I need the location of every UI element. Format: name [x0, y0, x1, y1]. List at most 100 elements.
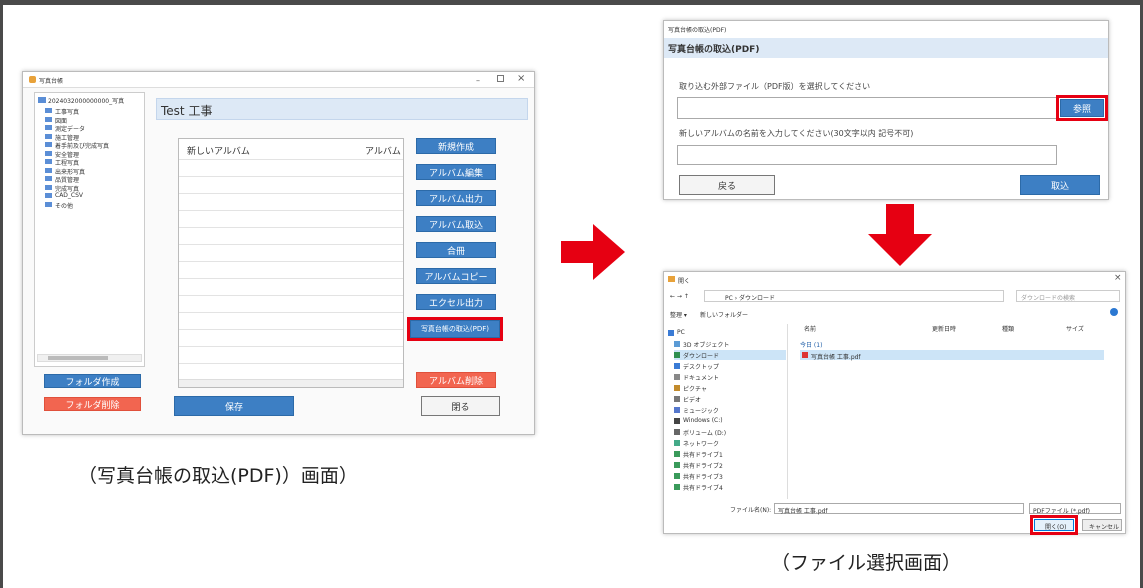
nav-item[interactable]: 共有ドライブ4 — [674, 482, 786, 492]
project-title: Test 工事 — [161, 104, 213, 118]
file-row[interactable]: 写真台帳 工事.pdf — [800, 350, 1104, 361]
maximize-icon[interactable] — [497, 75, 504, 82]
nav-pane[interactable]: PC 3D オブジェクト ダウンロード デスクトップ ドキュメント ピクチャ ビデオミュージ… — [668, 324, 788, 499]
nav-item-icon — [674, 484, 680, 490]
column-header[interactable]: 種類 — [1002, 324, 1014, 333]
table-row[interactable] — [179, 193, 403, 210]
table-row[interactable] — [179, 210, 403, 227]
nav-item[interactable]: PC — [668, 328, 780, 338]
edit-album-button[interactable]: アルバム編集 — [416, 164, 496, 180]
main-title-bar: 写真台帳 – × — [23, 72, 534, 88]
nav-item[interactable]: Windows (C:) — [674, 416, 786, 426]
nav-item[interactable]: デスクトップ — [674, 361, 786, 371]
table-row[interactable] — [179, 363, 403, 380]
folder-icon — [45, 133, 52, 139]
import-album-button[interactable]: アルバム取込 — [416, 216, 496, 232]
file-list-headers: 名前 更新日時 種類 サイズ — [804, 324, 1114, 334]
nav-item[interactable]: ピクチャ — [674, 383, 786, 393]
arrow-down-icon — [868, 204, 932, 266]
tree-item[interactable]: 工事写真 — [45, 107, 143, 116]
column-header[interactable]: 更新日時 — [932, 324, 956, 333]
table-row[interactable] — [179, 244, 403, 261]
column-header[interactable]: 名前 — [804, 324, 816, 333]
nav-item[interactable]: ネットワーク — [674, 438, 786, 448]
table-row[interactable] — [179, 159, 403, 176]
scroll-thumb[interactable] — [48, 356, 108, 360]
close-icon[interactable]: × — [517, 73, 525, 84]
filename-input[interactable]: 写真台帳 工事.pdf — [774, 503, 1024, 515]
pdf-dialog-section-title: 写真台帳の取込(PDF) — [668, 45, 760, 55]
address-bar[interactable]: PC › ダウンロード — [704, 290, 1004, 302]
pdf-dialog-window-title: 写真台帳の取込(PDF) — [668, 27, 727, 34]
pdf-import-dialog: 写真台帳の取込(PDF) 写真台帳の取込(PDF) 取り込む外部ファイル（PDF… — [663, 20, 1109, 200]
nav-item[interactable]: 共有ドライブ2 — [674, 460, 786, 470]
column-header[interactable]: サイズ — [1066, 324, 1084, 333]
tree-item[interactable]: 着手前及び完成写真 — [45, 141, 143, 150]
nav-item-icon — [674, 451, 680, 457]
tree-item[interactable]: 施工管理 — [45, 133, 143, 142]
table-row[interactable] — [179, 312, 403, 329]
new-folder-button[interactable]: 新しいフォルダー — [700, 310, 748, 319]
table-row[interactable] — [179, 295, 403, 312]
minimize-icon[interactable]: – — [476, 76, 480, 85]
nav-item[interactable]: ダウンロード — [674, 350, 786, 360]
tree-root[interactable]: 2024032000000000_写真 — [38, 97, 144, 105]
nav-item[interactable]: ボリューム (D:) — [674, 427, 786, 437]
album-name-label: 新しいアルバムの名前を入力してください(30文字以内 記号不可) — [679, 129, 914, 138]
tree-item-label: CAD_CSV — [55, 192, 84, 199]
tree-item[interactable]: 工程写真 — [45, 158, 143, 167]
nav-item[interactable]: 3D オブジェクト — [674, 339, 786, 349]
nav-item[interactable]: ドキュメント — [674, 372, 786, 382]
tree-item[interactable]: CAD_CSV — [45, 192, 143, 200]
tree-item[interactable]: その他 — [45, 201, 143, 210]
nav-item-icon — [674, 341, 680, 347]
file-type-filter[interactable]: PDFファイル (*.pdf) — [1029, 503, 1121, 515]
table-scrollbar[interactable] — [179, 379, 403, 387]
nav-item-icon — [668, 330, 674, 336]
nav-item-label: ミュージック — [683, 408, 719, 415]
import-button[interactable]: 取込 — [1020, 175, 1100, 195]
help-icon[interactable] — [1110, 308, 1118, 316]
table-row[interactable] — [179, 261, 403, 278]
filter-value: PDFファイル (*.pdf) — [1033, 508, 1090, 515]
tree-item[interactable]: 測定データ — [45, 124, 143, 133]
folder-create-button[interactable]: フォルダ作成 — [44, 374, 141, 388]
cancel-button[interactable]: キャンセル — [1082, 519, 1122, 531]
album-name-input[interactable] — [677, 145, 1057, 165]
tree-scrollbar[interactable] — [37, 354, 142, 362]
file-dialog-close-icon[interactable]: × — [1114, 273, 1122, 283]
nav-item[interactable]: 共有ドライブ3 — [674, 471, 786, 481]
file-path-input[interactable] — [677, 97, 1057, 119]
delete-album-button[interactable]: アルバム削除 — [416, 372, 496, 388]
tree-item[interactable]: 完成写真 — [45, 184, 143, 193]
close-button[interactable]: 閉る — [421, 396, 500, 416]
folder-tree[interactable]: 2024032000000000_写真 工事写真 図面 測定データ 施工管理 着手前及び… — [34, 92, 145, 367]
save-button[interactable]: 保存 — [174, 396, 294, 416]
tree-item[interactable]: 安全管理 — [45, 150, 143, 159]
tree-item[interactable]: 出来形写真 — [45, 167, 143, 176]
output-album-button[interactable]: アルバム出力 — [416, 190, 496, 206]
excel-output-button[interactable]: エクセル出力 — [416, 294, 496, 310]
folder-delete-button[interactable]: フォルダ削除 — [44, 397, 141, 411]
table-row[interactable] — [179, 278, 403, 295]
table-row[interactable] — [179, 176, 403, 193]
nav-item-label: Windows (C:) — [683, 417, 723, 424]
tree-item[interactable]: 図面 — [45, 116, 143, 125]
table-row[interactable] — [179, 329, 403, 346]
album-header: Test 工事 — [156, 98, 528, 120]
organize-menu[interactable]: 整理 ▾ — [670, 310, 687, 319]
table-row[interactable] — [179, 227, 403, 244]
copy-album-button[interactable]: アルバムコピー — [416, 268, 496, 284]
album-table[interactable]: 新しいアルバム アルバム — [178, 138, 404, 388]
search-box[interactable]: ダウンロードの検索 — [1016, 290, 1120, 302]
new-album-button[interactable]: 新規作成 — [416, 138, 496, 154]
nav-arrows-icon[interactable]: ← → ↑ — [670, 293, 689, 300]
nav-item[interactable]: ミュージック — [674, 405, 786, 415]
nav-item[interactable]: ビデオ — [674, 394, 786, 404]
merge-button[interactable]: 合冊 — [416, 242, 496, 258]
table-row[interactable] — [179, 346, 403, 363]
nav-item-icon — [674, 462, 680, 468]
tree-item[interactable]: 品質管理 — [45, 175, 143, 184]
nav-item[interactable]: 共有ドライブ1 — [674, 449, 786, 459]
back-button[interactable]: 戻る — [679, 175, 775, 195]
